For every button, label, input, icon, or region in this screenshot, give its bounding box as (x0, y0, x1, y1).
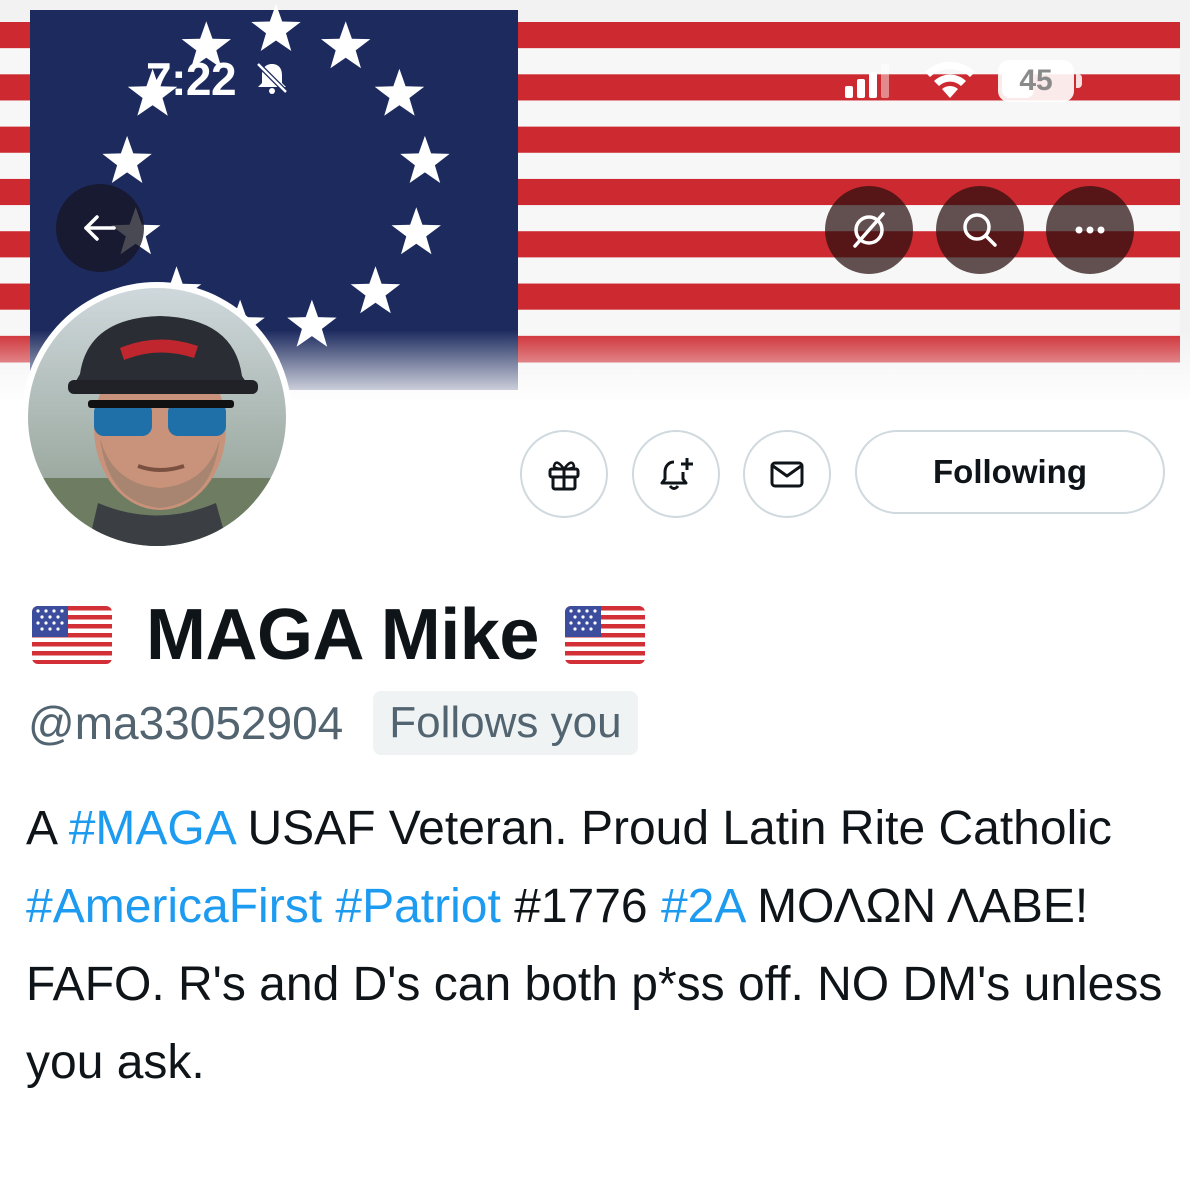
user-handle: @ma33052904 (28, 697, 344, 749)
cellular-signal-icon (845, 64, 889, 98)
envelope-icon (770, 461, 804, 488)
bell-plus-icon (660, 458, 693, 490)
back-button[interactable] (56, 184, 144, 272)
grok-button[interactable] (825, 186, 913, 274)
profile-bio: A #MAGA USAF Veteran. Proud Latin Rite C… (26, 790, 1166, 1102)
display-name: MAGA Mike (146, 595, 539, 675)
gift-icon (548, 461, 580, 491)
more-options-button[interactable] (1046, 186, 1134, 274)
hashtag-link[interactable]: #2A (661, 880, 744, 933)
us-flag-emoji-icon (564, 606, 645, 664)
battery-indicator: 45 (998, 60, 1082, 102)
hashtag-link[interactable]: #AmericaFirst (26, 880, 322, 933)
silent-mode-icon (256, 62, 288, 94)
bio-text (322, 880, 335, 933)
ellipsis-icon (1075, 226, 1105, 234)
message-button[interactable] (743, 430, 831, 518)
handle-row: @ma33052904 Follows you (28, 690, 638, 756)
avatar-photo (28, 288, 286, 546)
wifi-icon (925, 61, 975, 98)
status-time: 7:22 (146, 53, 237, 105)
search-icon (963, 213, 997, 247)
hashtag-link[interactable]: #MAGA (69, 802, 234, 855)
grok-slash-icon (853, 212, 885, 248)
battery-percent: 45 (1019, 64, 1053, 97)
arrow-left-icon (84, 215, 116, 241)
following-button[interactable]: Following (855, 430, 1165, 514)
profile-avatar[interactable] (22, 282, 292, 552)
notifications-button[interactable] (632, 430, 720, 518)
bio-text: #1776 (500, 880, 661, 933)
hashtag-link[interactable]: #Patriot (335, 880, 500, 933)
search-button[interactable] (936, 186, 1024, 274)
bio-text: A (26, 802, 69, 855)
follows-you-badge: Follows you (373, 691, 638, 755)
display-name-row: MAGA Mike (32, 590, 645, 680)
battery-cap (1076, 74, 1082, 88)
bio-text: USAF Veteran. Proud Latin Rite Catholic (234, 802, 1112, 855)
avatar-portrait-image (28, 288, 286, 546)
gift-button[interactable] (520, 430, 608, 518)
us-flag-emoji-icon (32, 606, 112, 664)
